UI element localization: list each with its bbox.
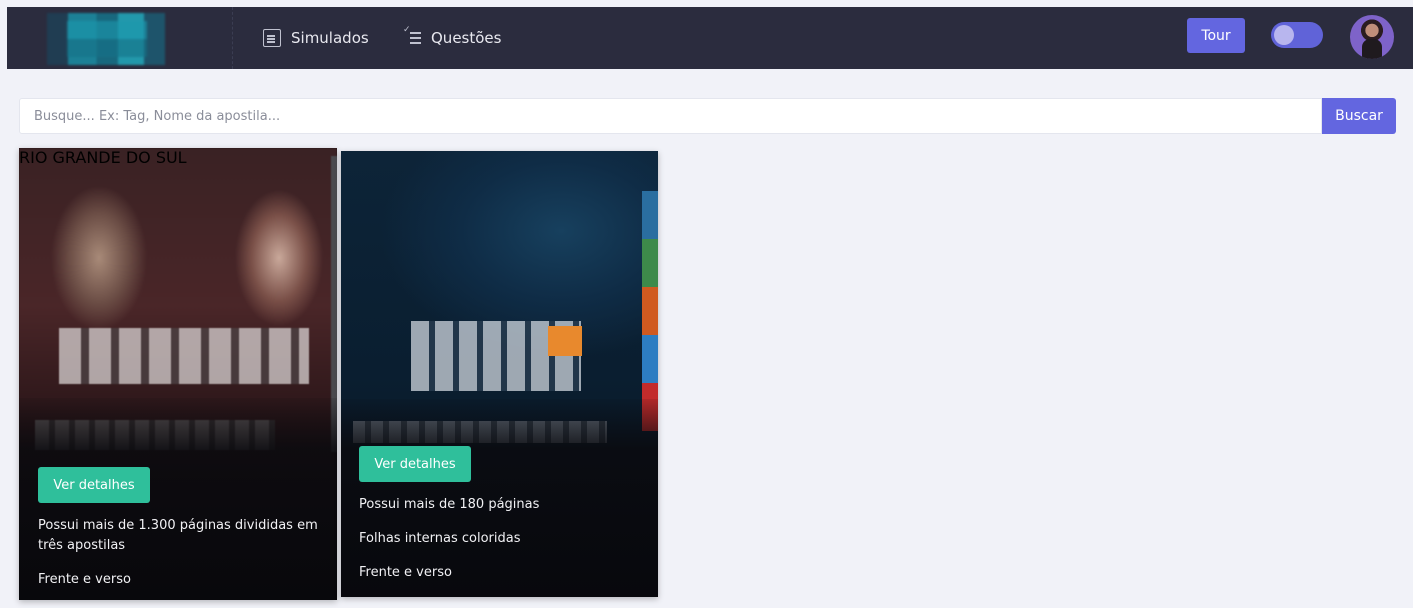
feature-text: Possui mais de 180 páginas [359,497,540,512]
product-card[interactable]: Ver detalhes Possui mais de 180 páginas … [341,151,658,597]
tour-button[interactable]: Tour [1187,18,1245,53]
details-button[interactable]: Ver detalhes [38,467,150,503]
details-button[interactable]: Ver detalhes [359,446,471,482]
search-bar: Buscar [19,98,1396,134]
document-icon [263,29,281,47]
cover-accent-block [548,326,582,356]
search-button[interactable]: Buscar [1322,98,1396,134]
nav-item-label: Questões [431,29,502,47]
theme-toggle[interactable] [1271,22,1323,48]
brand-logo[interactable] [47,13,165,65]
checklist-icon [403,26,421,47]
feature-text: Frente e verso [359,565,452,580]
logo-area [7,7,233,69]
product-card[interactable]: RIO GRANDE DO SUL Ver detalhes Possui ma… [19,148,337,600]
feature-text: Possui mais de 1.300 páginas divididas e… [38,518,318,553]
top-navbar: Simulados Questões Tour [7,7,1413,69]
toggle-knob [1274,25,1294,45]
nav-item-simulados[interactable]: Simulados [263,7,369,69]
feature-text: Frente e verso [38,572,131,587]
nav-item-questoes[interactable]: Questões [403,7,501,69]
cover-stripe [642,191,658,431]
feature-text: Folhas internas coloridas [359,531,521,546]
search-input[interactable] [19,98,1322,134]
user-avatar[interactable] [1350,15,1394,59]
nav-item-label: Simulados [291,29,369,47]
